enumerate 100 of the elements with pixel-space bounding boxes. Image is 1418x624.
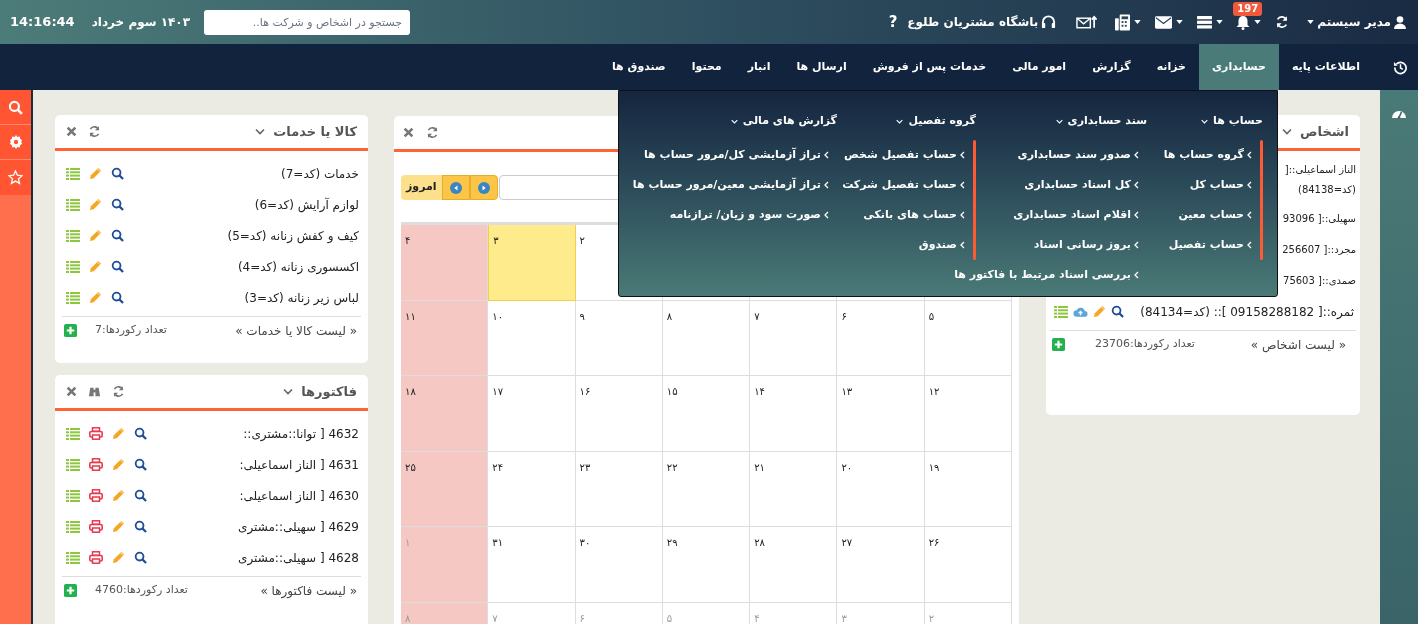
- list-item-link[interactable]: 4632 [ توانا::مشتری::: [243, 424, 359, 443]
- list-item-link[interactable]: لوازم آرایش (کد=6): [254, 195, 359, 214]
- close-icon[interactable]: [66, 386, 77, 397]
- calendar-cell[interactable]: ۶: [837, 300, 925, 376]
- notifications-menu[interactable]: [1236, 14, 1262, 30]
- close-icon[interactable]: [403, 127, 414, 138]
- nav-tab[interactable]: صندوق ها: [599, 44, 679, 90]
- nav-tab[interactable]: گزارش: [1079, 44, 1144, 90]
- user-menu[interactable]: مدیر سیستم: [1307, 13, 1406, 31]
- nav-tab[interactable]: امور مالی: [999, 44, 1080, 90]
- history-icon[interactable]: [1393, 59, 1408, 75]
- list-item-link[interactable]: صمدی::[ 75603: [1280, 270, 1356, 291]
- next-button[interactable]: [469, 175, 498, 200]
- calendar-cell[interactable]: ۱۰: [488, 300, 576, 376]
- add-icon[interactable]: [1052, 338, 1065, 351]
- nav-tab[interactable]: محتوا: [678, 44, 735, 90]
- list-link[interactable]: « لیست فاکتورها »: [260, 581, 359, 600]
- club-link[interactable]: باشگاه مشتریان طلوع: [907, 13, 1057, 31]
- cloud-upload-icon[interactable]: [1073, 305, 1088, 318]
- search-icon[interactable]: [134, 427, 147, 440]
- search-icon[interactable]: [1111, 305, 1124, 318]
- calendar-cell[interactable]: ۱۲: [924, 376, 1012, 452]
- calendar-cell[interactable]: ۱۸: [401, 376, 489, 452]
- calendar-cell[interactable]: ۲۲: [662, 451, 751, 527]
- list-item-link[interactable]: 4628 [ سهیلی::مشتری: [238, 548, 359, 567]
- calendar-cell[interactable]: ۳۰: [575, 527, 663, 603]
- calendar-cell[interactable]: ۱۳: [837, 376, 925, 452]
- help-text[interactable]: ?: [888, 10, 898, 34]
- menu-item[interactable]: حساب تفصیل شرکت: [842, 170, 965, 200]
- envelope-upload-icon[interactable]: [1076, 15, 1098, 29]
- list-item-link[interactable]: سهیلی::[ 93096: [1280, 208, 1356, 229]
- add-icon[interactable]: [64, 324, 77, 337]
- printer-icon[interactable]: [89, 458, 103, 471]
- nav-tab[interactable]: ارسال ها: [783, 44, 860, 90]
- menu-item[interactable]: صندوق: [842, 230, 965, 260]
- calendar-cell[interactable]: ۸: [662, 300, 751, 376]
- calculator-menu[interactable]: [1115, 13, 1142, 31]
- calendar-cell[interactable]: ۲۶: [924, 527, 1012, 603]
- list-link[interactable]: « لیست کالا یا خدمات »: [235, 321, 359, 340]
- menu-item[interactable]: بررسی اسناد مرتبط با فاکتور ها: [954, 260, 1139, 290]
- today-button[interactable]: امروز: [401, 175, 442, 200]
- calendar-cell[interactable]: ۱۱: [401, 300, 489, 376]
- calendar-cell[interactable]: ۲۵: [401, 451, 489, 527]
- nav-tab[interactable]: حسابداری: [1199, 44, 1279, 90]
- calendar-cell[interactable]: ۵: [924, 300, 1012, 376]
- calendar-cell[interactable]: ۲۱: [750, 451, 838, 527]
- calendar-cell[interactable]: ۹: [575, 300, 663, 376]
- calendar-cell[interactable]: ۴: [401, 225, 489, 301]
- search-icon[interactable]: [134, 520, 147, 533]
- menu-item[interactable]: حساب معین: [1163, 200, 1252, 230]
- search-icon[interactable]: [134, 458, 147, 471]
- search-icon[interactable]: [111, 198, 124, 211]
- list-item-link[interactable]: خدمات (کد=7): [281, 164, 359, 183]
- printer-icon[interactable]: [89, 551, 103, 564]
- nav-tab[interactable]: انبار: [734, 44, 784, 90]
- search-icon[interactable]: [111, 229, 124, 242]
- calendar-cell[interactable]: ۱۹: [924, 451, 1012, 527]
- printer-icon[interactable]: [89, 520, 103, 533]
- search-icon[interactable]: [111, 167, 124, 180]
- previous-button[interactable]: [441, 175, 470, 200]
- tasks-menu[interactable]: [1197, 15, 1224, 29]
- list-item-link[interactable]: 4629 [ سهیلی::مشتری: [238, 517, 359, 536]
- menu-item[interactable]: حساب های بانکی: [842, 200, 965, 230]
- nav-tab[interactable]: اطلاعات پایه: [1278, 44, 1373, 90]
- list-item-link[interactable]: ثمره::[ 09158288182 ]:: (کد=84134): [1140, 302, 1354, 321]
- calendar-cell[interactable]: ۱۵: [662, 376, 751, 452]
- calendar-cell[interactable]: ۳: [488, 225, 576, 301]
- calendar-cell[interactable]: ۲۳: [575, 451, 663, 527]
- messages-menu[interactable]: [1155, 15, 1184, 29]
- calendar-cell[interactable]: ۲۸: [750, 527, 838, 603]
- menu-item[interactable]: حساب تفصیل: [1163, 230, 1252, 260]
- list-item-link[interactable]: 4630 [ الناز اسماعیلی:: [239, 486, 359, 505]
- add-icon[interactable]: [64, 584, 77, 597]
- menu-item[interactable]: تراز آزمایشی کل/مرور حساب ها: [632, 140, 829, 170]
- search-field[interactable]: جستجو در اشخاص و شرکت ها..: [204, 9, 410, 35]
- binoculars-icon[interactable]: [88, 385, 101, 398]
- search-icon[interactable]: [134, 489, 147, 502]
- search-icon[interactable]: [111, 291, 124, 304]
- calendar-cell[interactable]: ۱۴: [750, 376, 838, 452]
- search-icon[interactable]: [111, 260, 124, 273]
- calendar-cell[interactable]: ۳۱: [488, 527, 576, 603]
- calendar-cell[interactable]: ۲۰: [837, 451, 925, 527]
- list-link[interactable]: « لیست اشخاص »: [1250, 335, 1354, 354]
- list-item-link[interactable]: مجرد::[ 256607: [1280, 239, 1356, 260]
- menu-item[interactable]: تراز آزمایشی معین/مرور حساب ها: [632, 170, 829, 200]
- calendar-cell[interactable]: ۲۹: [662, 527, 751, 603]
- list-item-link[interactable]: کیف و کفش زنانه (کد=5): [227, 226, 359, 245]
- menu-item[interactable]: گروه حساب ها: [1163, 140, 1252, 170]
- calendar-cell[interactable]: ۲۷: [837, 527, 925, 603]
- nav-tab[interactable]: خدمات پس از فروش: [859, 44, 1000, 90]
- printer-icon[interactable]: [89, 489, 103, 502]
- calendar-cell[interactable]: ۱۶: [575, 376, 663, 452]
- refresh-icon[interactable]: [1275, 15, 1290, 29]
- calendar-cell[interactable]: ۱۷: [488, 376, 576, 452]
- search-icon[interactable]: [134, 551, 147, 564]
- nav-tab[interactable]: خزانه: [1143, 44, 1199, 90]
- menu-item[interactable]: صورت سود و زیان/ ترازنامه: [632, 200, 829, 230]
- printer-icon[interactable]: [89, 427, 103, 440]
- menu-item[interactable]: حساب تفصیل شخص: [842, 140, 965, 170]
- calendar-cell[interactable]: ۲۴: [488, 451, 576, 527]
